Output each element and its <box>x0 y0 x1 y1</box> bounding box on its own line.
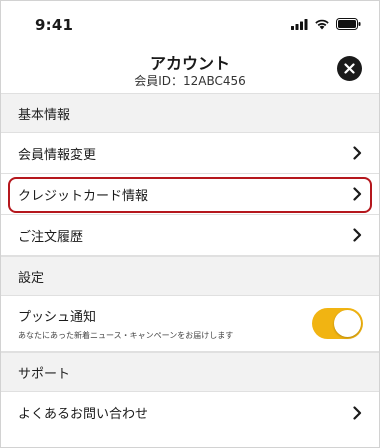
page-title: アカウント <box>149 54 230 73</box>
menu-item-label: 会員情報変更 <box>18 147 97 163</box>
signal-icon <box>291 18 308 30</box>
push-notification-text: プッシュ通知 あなたにあった新着ニュース・キャンペーンをお届けします <box>18 306 233 341</box>
menu-item-credit-card[interactable]: クレジットカード情報 <box>1 174 379 215</box>
menu-item-label: よくあるお問い合わせ <box>18 407 149 422</box>
section-header-basic: 基本情報 <box>1 93 379 133</box>
section-header-support: サポート <box>1 352 379 392</box>
account-menu: 基本情報 会員情報変更 クレジットカード情報 ご注文履歴 設定 プッシュ通知 あ… <box>1 93 379 433</box>
close-icon <box>344 63 355 74</box>
account-header: アカウント 会員ID：12ABC456 <box>1 47 379 93</box>
menu-item-label: ご注文履歴 <box>18 229 84 245</box>
toggle-knob <box>334 310 361 337</box>
chevron-right-icon <box>353 146 362 160</box>
account-screen: 9:41 アカウント 会員ID：12ABC456 基本情報 会員情報変更 クレジ… <box>0 0 380 448</box>
menu-item-faq[interactable]: よくあるお問い合わせ <box>1 392 379 433</box>
push-notification-row: プッシュ通知 あなたにあった新着ニュース・キャンペーンをお届けします <box>1 296 379 352</box>
menu-item-member-info[interactable]: 会員情報変更 <box>1 133 379 174</box>
status-bar: 9:41 <box>1 1 379 47</box>
wifi-icon <box>315 19 329 30</box>
push-notification-toggle[interactable] <box>312 308 363 339</box>
close-button[interactable] <box>337 56 362 81</box>
push-notification-description: あなたにあった新着ニュース・キャンペーンをお届けします <box>18 331 234 340</box>
chevron-right-icon <box>353 187 362 201</box>
menu-item-order-history[interactable]: ご注文履歴 <box>1 215 379 256</box>
status-icons <box>291 18 361 30</box>
push-notification-title: プッシュ通知 <box>18 310 97 325</box>
menu-item-label: クレジットカード情報 <box>18 188 149 204</box>
member-id: 会員ID：12ABC456 <box>134 74 246 88</box>
battery-icon <box>336 18 361 30</box>
section-header-settings: 設定 <box>1 256 379 296</box>
status-time: 9:41 <box>35 16 74 34</box>
chevron-right-icon <box>353 228 362 242</box>
chevron-right-icon <box>353 405 362 420</box>
